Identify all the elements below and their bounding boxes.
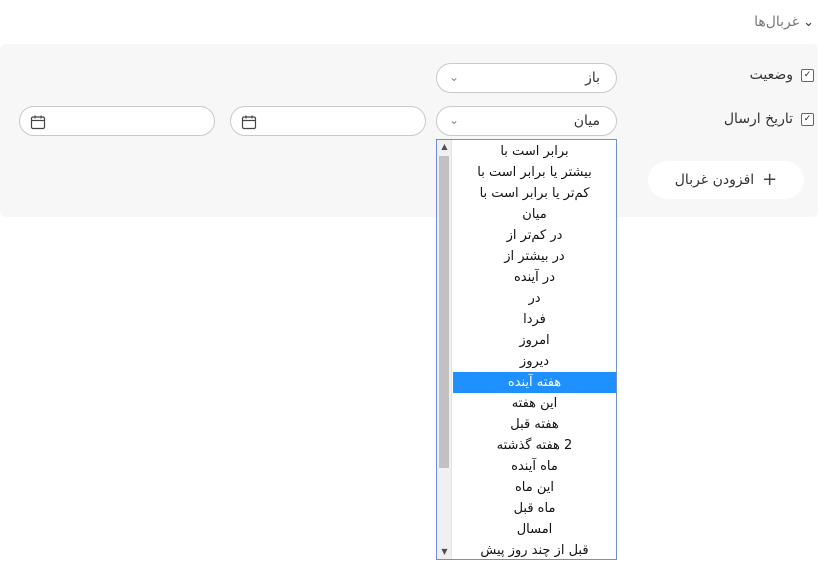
calendar-icon[interactable] [30, 114, 46, 130]
date-input-to[interactable] [19, 106, 215, 136]
filters-toggle[interactable]: ⌄ غربال‌ها [754, 12, 814, 32]
dropdown-option[interactable]: امروز [453, 330, 616, 351]
dropdown-option[interactable]: کم‌تر یا برابر است با [453, 183, 616, 204]
status-select[interactable]: باز ⌄ [436, 63, 617, 93]
dropdown-option[interactable]: میان [453, 204, 616, 225]
status-select-value: باز [585, 70, 600, 86]
chevron-down-icon: ⌄ [449, 113, 460, 127]
scroll-down-arrow-icon[interactable]: ▼ [437, 545, 452, 559]
add-filter-label: افزودن غربال [674, 172, 755, 188]
dropdown-option[interactable]: در کم‌تر از [453, 225, 616, 246]
plus-icon: + [762, 169, 778, 190]
dropdown-option[interactable]: دیروز [453, 351, 616, 372]
send-date-checkbox[interactable]: ✓ [801, 112, 814, 126]
dropdown-option[interactable]: ماه آینده [453, 456, 616, 477]
chevron-down-icon: ⌄ [803, 14, 814, 30]
scroll-up-arrow-icon[interactable]: ▲ [437, 140, 452, 154]
status-filter-label[interactable]: ✓ وضعیت [750, 67, 814, 83]
dropdown-option[interactable]: در آینده [453, 267, 616, 288]
dropdown-option[interactable]: ماه قبل [453, 498, 616, 519]
dropdown-option[interactable]: در [453, 288, 616, 309]
chevron-down-icon: ⌄ [449, 70, 460, 84]
dropdown-option[interactable]: امسال [453, 519, 616, 540]
operator-dropdown-list[interactable]: ▲ ▼ برابر است با بیشتر یا برابر است با ک… [436, 139, 617, 560]
dropdown-option[interactable]: 2 هفته گذشته [453, 435, 616, 456]
calendar-icon[interactable] [241, 114, 257, 130]
dropdown-option[interactable]: هفته قبل [453, 414, 616, 435]
dropdown-option[interactable]: این هفته [453, 393, 616, 414]
status-checkbox[interactable]: ✓ [801, 68, 814, 82]
dropdown-option[interactable]: هفته آینده [453, 372, 616, 393]
dropdown-options: برابر است با بیشتر یا برابر است با کم‌تر… [453, 141, 616, 559]
date-input-from[interactable] [230, 106, 426, 136]
send-date-operator-select[interactable]: میان ⌄ [436, 106, 617, 136]
dropdown-option[interactable]: بیشتر یا برابر است با [453, 162, 616, 183]
dropdown-scrollbar[interactable]: ▲ ▼ [437, 140, 452, 559]
send-date-filter-label[interactable]: ✓ تاریخ ارسال [724, 111, 814, 127]
status-label-text: وضعیت [749, 67, 793, 83]
add-filter-button[interactable]: + افزودن غربال [648, 161, 804, 199]
dropdown-option[interactable]: قبل از چند روز پیش [453, 540, 616, 559]
scrollbar-thumb[interactable] [439, 156, 449, 468]
filters-title: غربال‌ها [754, 14, 800, 30]
send-date-label-text: تاریخ ارسال [723, 111, 793, 127]
dropdown-option[interactable]: این ماه [453, 477, 616, 498]
dropdown-option[interactable]: فردا [453, 309, 616, 330]
dropdown-option[interactable]: برابر است با [453, 141, 616, 162]
dropdown-option[interactable]: در بیشتر از [453, 246, 616, 267]
operator-select-value: میان [573, 113, 600, 129]
